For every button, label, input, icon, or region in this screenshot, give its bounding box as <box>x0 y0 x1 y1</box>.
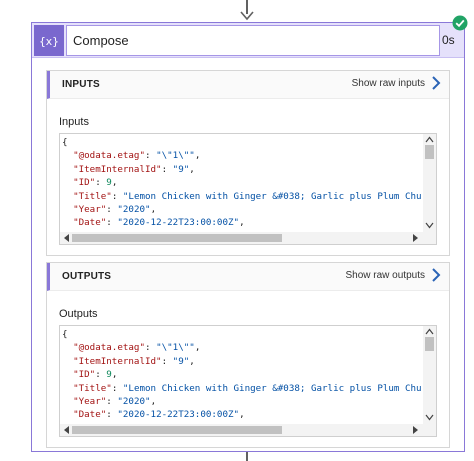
svg-text:{x}: {x} <box>40 35 58 48</box>
code-line: "Title": "Lemon Chicken with Ginger &#03… <box>73 382 422 394</box>
code-line: { <box>62 137 68 148</box>
scroll-right-icon[interactable] <box>412 426 419 434</box>
flow-connector-bottom <box>246 452 248 461</box>
scroll-up-icon[interactable] <box>425 136 434 143</box>
action-title: Compose <box>73 33 129 48</box>
inputs-horizontal-scrollbar[interactable] <box>60 232 436 244</box>
chevron-right-icon <box>432 268 441 282</box>
inputs-section-header: INPUTS Show raw inputs <box>47 71 449 99</box>
code-line: "Title": "Lemon Chicken with Ginger &#03… <box>73 190 422 202</box>
outputs-label: Outputs <box>59 308 98 320</box>
inputs-code-viewer[interactable]: { "@odata.etag": "\"1\"", "ItemInternalI… <box>59 133 437 245</box>
code-line: "ID": 9, <box>73 369 118 381</box>
code-line: "@odata.etag": "\"1\"", <box>73 342 201 354</box>
code-line: "ItemInternalId": "9", <box>73 355 195 367</box>
code-line: "Year": "2020", <box>73 396 157 408</box>
scrollbar-corner <box>423 424 436 436</box>
inputs-section-title: INPUTS <box>62 79 100 90</box>
show-raw-outputs-label: Show raw outputs <box>345 269 426 281</box>
scrollbar-corner <box>423 232 436 244</box>
show-raw-outputs-link[interactable]: Show raw outputs <box>346 268 442 282</box>
compose-action-card: {x} Compose 0s INPUTS Show raw inputs In… <box>31 22 465 452</box>
success-check-icon <box>452 15 468 31</box>
inputs-vertical-scroll-thumb[interactable] <box>425 145 434 159</box>
outputs-vertical-scrollbar[interactable] <box>423 326 436 424</box>
outputs-vertical-scroll-thumb[interactable] <box>425 337 434 351</box>
show-raw-inputs-link[interactable]: Show raw inputs <box>352 76 441 90</box>
scroll-down-icon[interactable] <box>425 414 434 421</box>
inputs-label: Inputs <box>59 116 89 128</box>
code-line: "ID": 9, <box>73 177 118 189</box>
code-line: "ItemInternalId": "9", <box>73 163 195 175</box>
outputs-section-title: OUTPUTS <box>62 271 112 282</box>
chevron-right-icon <box>432 76 441 90</box>
scroll-down-icon[interactable] <box>425 222 434 229</box>
outputs-section: OUTPUTS Show raw outputs Outputs { "@oda… <box>46 262 450 448</box>
code-line: "Date": "2020-12-22T23:00:00Z", <box>73 409 245 421</box>
action-header[interactable]: {x} Compose 0s <box>32 23 464 58</box>
action-title-bar[interactable]: Compose <box>66 25 440 56</box>
scroll-right-icon[interactable] <box>412 234 419 242</box>
inputs-horizontal-scroll-thumb[interactable] <box>72 234 282 242</box>
inputs-vertical-scrollbar[interactable] <box>423 134 436 232</box>
outputs-horizontal-scroll-thumb[interactable] <box>72 426 282 434</box>
inputs-code-content: { "@odata.etag": "\"1\"", "ItemInternalI… <box>62 136 422 232</box>
code-line: "@odata.etag": "\"1\"", <box>73 150 201 162</box>
show-raw-inputs-label: Show raw inputs <box>351 77 425 89</box>
outputs-code-viewer[interactable]: { "@odata.etag": "\"1\"", "ItemInternalI… <box>59 325 437 437</box>
compose-braces-icon: {x} <box>34 25 64 56</box>
outputs-horizontal-scrollbar[interactable] <box>60 424 436 436</box>
arrow-down-icon <box>240 11 254 21</box>
action-duration: 0s <box>442 33 455 47</box>
code-line: "Date": "2020-12-22T23:00:00Z", <box>73 217 245 229</box>
code-line: { <box>62 329 68 340</box>
scroll-left-icon[interactable] <box>63 234 70 242</box>
inputs-section: INPUTS Show raw inputs Inputs { "@odata.… <box>46 70 450 256</box>
outputs-section-header: OUTPUTS Show raw outputs <box>47 263 449 291</box>
scroll-left-icon[interactable] <box>63 426 70 434</box>
outputs-code-content: { "@odata.etag": "\"1\"", "ItemInternalI… <box>62 328 422 424</box>
scroll-up-icon[interactable] <box>425 328 434 335</box>
code-line: "Year": "2020", <box>73 204 157 216</box>
